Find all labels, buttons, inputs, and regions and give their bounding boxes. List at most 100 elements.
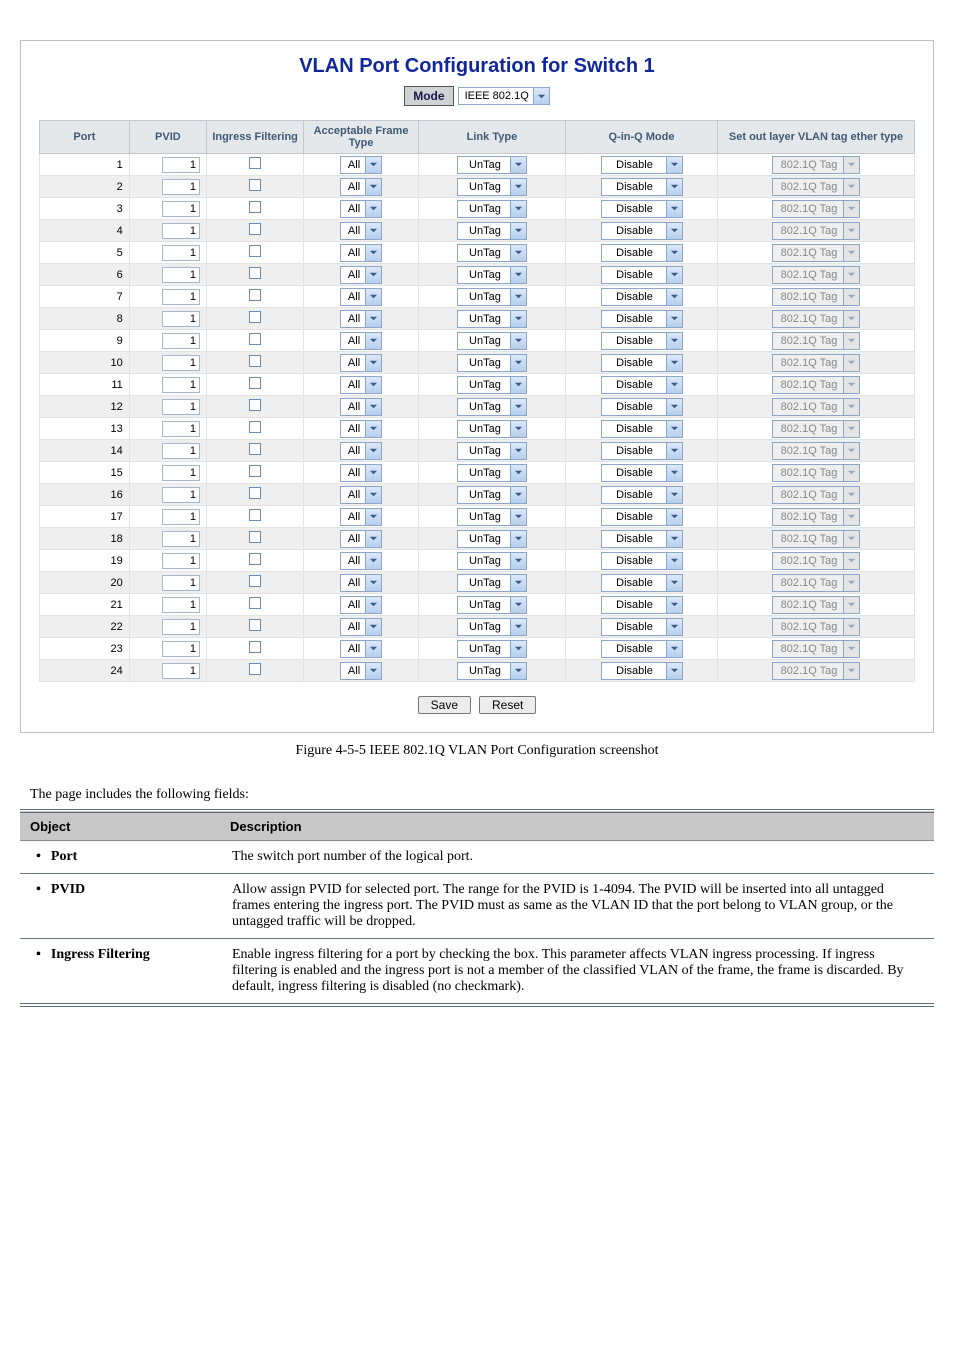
- ingress-checkbox[interactable]: [249, 597, 261, 609]
- acceptable-select[interactable]: All: [340, 244, 382, 262]
- linktype-select[interactable]: UnTag: [457, 486, 527, 504]
- pvid-input[interactable]: [162, 289, 200, 305]
- ingress-checkbox[interactable]: [249, 201, 261, 213]
- acceptable-select[interactable]: All: [340, 420, 382, 438]
- qinq-select[interactable]: Disable: [601, 552, 683, 570]
- linktype-select[interactable]: UnTag: [457, 530, 527, 548]
- qinq-select[interactable]: Disable: [601, 596, 683, 614]
- pvid-input[interactable]: [162, 619, 200, 635]
- linktype-select[interactable]: UnTag: [457, 398, 527, 416]
- acceptable-select[interactable]: All: [340, 596, 382, 614]
- acceptable-select[interactable]: All: [340, 200, 382, 218]
- acceptable-select[interactable]: All: [340, 376, 382, 394]
- qinq-select[interactable]: Disable: [601, 530, 683, 548]
- qinq-select[interactable]: Disable: [601, 376, 683, 394]
- ingress-checkbox[interactable]: [249, 157, 261, 169]
- save-button[interactable]: Save: [418, 696, 471, 714]
- pvid-input[interactable]: [162, 311, 200, 327]
- linktype-select[interactable]: UnTag: [457, 288, 527, 306]
- linktype-select[interactable]: UnTag: [457, 266, 527, 284]
- qinq-select[interactable]: Disable: [601, 618, 683, 636]
- pvid-input[interactable]: [162, 355, 200, 371]
- ingress-checkbox[interactable]: [249, 333, 261, 345]
- qinq-select[interactable]: Disable: [601, 354, 683, 372]
- qinq-select[interactable]: Disable: [601, 244, 683, 262]
- pvid-input[interactable]: [162, 487, 200, 503]
- qinq-select[interactable]: Disable: [601, 442, 683, 460]
- pvid-input[interactable]: [162, 201, 200, 217]
- ingress-checkbox[interactable]: [249, 487, 261, 499]
- pvid-input[interactable]: [162, 465, 200, 481]
- linktype-select[interactable]: UnTag: [457, 222, 527, 240]
- ingress-checkbox[interactable]: [249, 443, 261, 455]
- linktype-select[interactable]: UnTag: [457, 552, 527, 570]
- ingress-checkbox[interactable]: [249, 179, 261, 191]
- linktype-select[interactable]: UnTag: [457, 244, 527, 262]
- acceptable-select[interactable]: All: [340, 156, 382, 174]
- acceptable-select[interactable]: All: [340, 288, 382, 306]
- ingress-checkbox[interactable]: [249, 245, 261, 257]
- qinq-select[interactable]: Disable: [601, 464, 683, 482]
- linktype-select[interactable]: UnTag: [457, 156, 527, 174]
- qinq-select[interactable]: Disable: [601, 640, 683, 658]
- acceptable-select[interactable]: All: [340, 354, 382, 372]
- pvid-input[interactable]: [162, 223, 200, 239]
- ingress-checkbox[interactable]: [249, 267, 261, 279]
- ingress-checkbox[interactable]: [249, 509, 261, 521]
- ingress-checkbox[interactable]: [249, 619, 261, 631]
- linktype-select[interactable]: UnTag: [457, 354, 527, 372]
- pvid-input[interactable]: [162, 509, 200, 525]
- linktype-select[interactable]: UnTag: [457, 310, 527, 328]
- qinq-select[interactable]: Disable: [601, 574, 683, 592]
- acceptable-select[interactable]: All: [340, 552, 382, 570]
- acceptable-select[interactable]: All: [340, 310, 382, 328]
- linktype-select[interactable]: UnTag: [457, 376, 527, 394]
- qinq-select[interactable]: Disable: [601, 288, 683, 306]
- acceptable-select[interactable]: All: [340, 332, 382, 350]
- qinq-select[interactable]: Disable: [601, 332, 683, 350]
- acceptable-select[interactable]: All: [340, 662, 382, 680]
- ingress-checkbox[interactable]: [249, 465, 261, 477]
- pvid-input[interactable]: [162, 421, 200, 437]
- ingress-checkbox[interactable]: [249, 311, 261, 323]
- ingress-checkbox[interactable]: [249, 575, 261, 587]
- acceptable-select[interactable]: All: [340, 464, 382, 482]
- ingress-checkbox[interactable]: [249, 641, 261, 653]
- acceptable-select[interactable]: All: [340, 398, 382, 416]
- pvid-input[interactable]: [162, 179, 200, 195]
- acceptable-select[interactable]: All: [340, 266, 382, 284]
- qinq-select[interactable]: Disable: [601, 310, 683, 328]
- acceptable-select[interactable]: All: [340, 530, 382, 548]
- linktype-select[interactable]: UnTag: [457, 332, 527, 350]
- pvid-input[interactable]: [162, 597, 200, 613]
- pvid-input[interactable]: [162, 553, 200, 569]
- linktype-select[interactable]: UnTag: [457, 640, 527, 658]
- pvid-input[interactable]: [162, 443, 200, 459]
- pvid-input[interactable]: [162, 531, 200, 547]
- qinq-select[interactable]: Disable: [601, 222, 683, 240]
- mode-select[interactable]: IEEE 802.1Q: [458, 87, 550, 105]
- qinq-select[interactable]: Disable: [601, 200, 683, 218]
- linktype-select[interactable]: UnTag: [457, 618, 527, 636]
- acceptable-select[interactable]: All: [340, 442, 382, 460]
- pvid-input[interactable]: [162, 575, 200, 591]
- qinq-select[interactable]: Disable: [601, 178, 683, 196]
- linktype-select[interactable]: UnTag: [457, 508, 527, 526]
- pvid-input[interactable]: [162, 333, 200, 349]
- qinq-select[interactable]: Disable: [601, 486, 683, 504]
- qinq-select[interactable]: Disable: [601, 508, 683, 526]
- linktype-select[interactable]: UnTag: [457, 662, 527, 680]
- ingress-checkbox[interactable]: [249, 399, 261, 411]
- ingress-checkbox[interactable]: [249, 377, 261, 389]
- pvid-input[interactable]: [162, 641, 200, 657]
- acceptable-select[interactable]: All: [340, 618, 382, 636]
- pvid-input[interactable]: [162, 157, 200, 173]
- qinq-select[interactable]: Disable: [601, 156, 683, 174]
- qinq-select[interactable]: Disable: [601, 398, 683, 416]
- acceptable-select[interactable]: All: [340, 222, 382, 240]
- linktype-select[interactable]: UnTag: [457, 442, 527, 460]
- ingress-checkbox[interactable]: [249, 223, 261, 235]
- acceptable-select[interactable]: All: [340, 178, 382, 196]
- acceptable-select[interactable]: All: [340, 508, 382, 526]
- qinq-select[interactable]: Disable: [601, 266, 683, 284]
